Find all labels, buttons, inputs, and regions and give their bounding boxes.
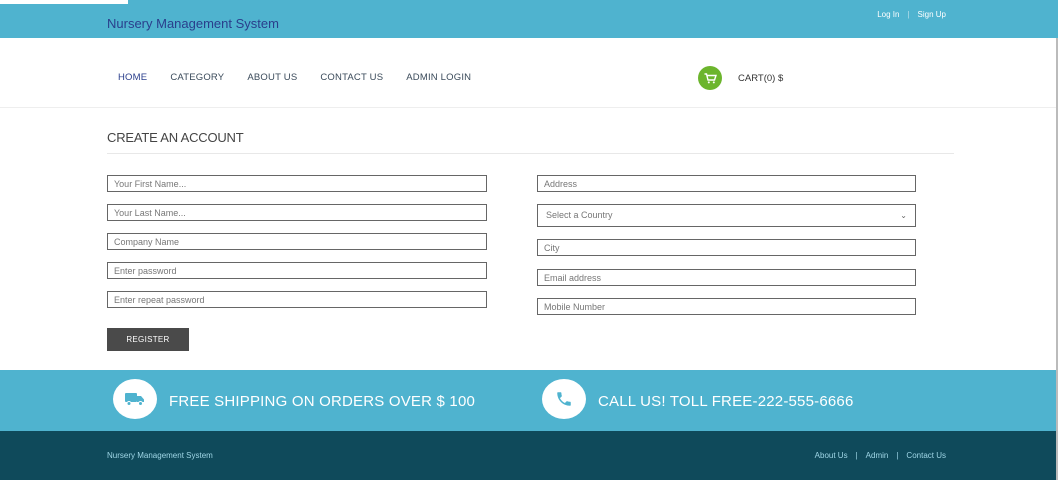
login-link[interactable]: Log In <box>877 10 899 19</box>
footer-divider: | <box>855 451 858 460</box>
signup-link[interactable]: Sign Up <box>918 10 946 19</box>
footer-divider: | <box>896 451 899 460</box>
repeat-password-input[interactable] <box>107 291 487 308</box>
nav-category[interactable]: CATEGORY <box>170 72 224 83</box>
main-nav: HOME CATEGORY ABOUT US CONTACT US ADMIN … <box>118 72 494 83</box>
promo-bar: FREE SHIPPING ON ORDERS OVER $ 100 CALL … <box>0 370 1058 431</box>
password-input[interactable] <box>107 262 487 279</box>
site-brand[interactable]: Nursery Management System <box>107 16 279 31</box>
address-input[interactable] <box>537 175 916 192</box>
footer-link-about-us[interactable]: About Us <box>815 451 848 460</box>
cart[interactable]: CART(0) $ <box>698 66 783 90</box>
footer-link-contact-us[interactable]: Contact Us <box>906 451 946 460</box>
footer-link-admin[interactable]: Admin <box>866 451 889 460</box>
nav-contact-us[interactable]: CONTACT US <box>320 72 383 83</box>
mobile-number-input[interactable] <box>537 298 916 315</box>
free-shipping-text: FREE SHIPPING ON ORDERS OVER $ 100 <box>169 393 476 410</box>
top-header-bar: Nursery Management System Log In | Sign Up <box>0 0 1058 38</box>
auth-divider: | <box>907 10 910 19</box>
country-select-value: Select a Country <box>546 210 613 220</box>
footer: Nursery Management System About Us | Admin… <box>0 431 1058 480</box>
register-button[interactable]: REGISTER <box>107 328 189 351</box>
first-name-input[interactable] <box>107 175 487 192</box>
main-nav-bar: HOME CATEGORY ABOUT US CONTACT US ADMIN … <box>0 38 1058 108</box>
shopping-cart-icon[interactable] <box>698 66 722 90</box>
nav-admin-login[interactable]: ADMIN LOGIN <box>406 72 471 83</box>
title-divider <box>107 153 954 154</box>
call-us-text: CALL US! TOLL FREE-222-555-6666 <box>598 393 854 410</box>
footer-brand: Nursery Management System <box>107 451 213 460</box>
company-name-input[interactable] <box>107 233 487 250</box>
header-notch <box>0 0 128 4</box>
cart-label[interactable]: CART(0) $ <box>738 73 783 84</box>
phone-icon <box>542 379 586 419</box>
email-input[interactable] <box>537 269 916 286</box>
chevron-down-icon: ⌄ <box>900 211 907 220</box>
country-select[interactable]: Select a Country ⌄ <box>537 204 916 227</box>
last-name-input[interactable] <box>107 204 487 221</box>
truck-icon <box>113 379 157 419</box>
footer-links: About Us | Admin | Contact Us <box>815 451 946 460</box>
nav-home[interactable]: HOME <box>118 72 147 83</box>
create-account-section: CREATE AN ACCOUNT Select a Country ⌄ REG… <box>0 109 1058 370</box>
nav-about-us[interactable]: ABOUT US <box>247 72 297 83</box>
auth-links: Log In | Sign Up <box>877 10 946 19</box>
page-title: CREATE AN ACCOUNT <box>107 130 244 145</box>
city-input[interactable] <box>537 239 916 256</box>
